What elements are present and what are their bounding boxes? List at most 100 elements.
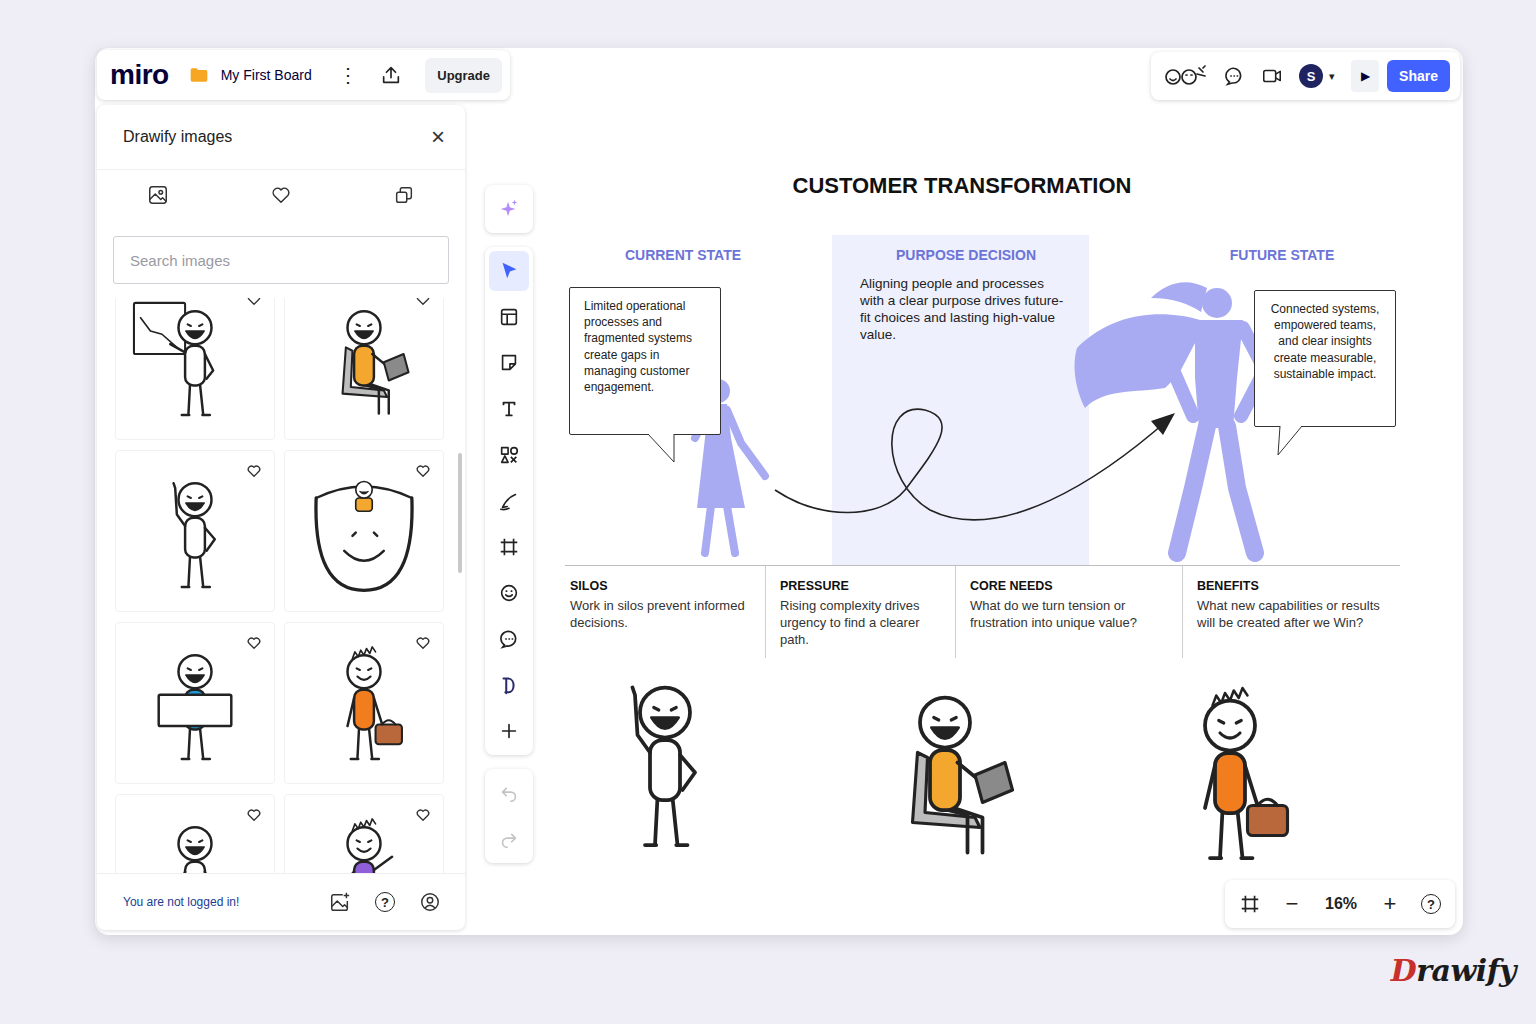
factor-text: Work in silos prevent informed decisions… — [570, 597, 761, 631]
tool-button[interactable] — [489, 665, 529, 705]
image-thumbnail[interactable] — [284, 622, 444, 784]
image-thumbnail[interactable] — [115, 622, 275, 784]
redo-icon — [498, 828, 520, 850]
tool-button[interactable] — [489, 527, 529, 567]
panel-title: Drawify images — [123, 128, 232, 146]
heart-icon[interactable] — [415, 463, 431, 479]
tool-button[interactable] — [489, 343, 529, 383]
heart-icon[interactable] — [246, 298, 262, 307]
factor-column[interactable]: BENEFITSWhat new capabilities or results… — [1182, 566, 1400, 658]
cursor-icon — [498, 260, 520, 282]
collaboration-bar: S ▾ ▶Share — [1151, 52, 1460, 100]
board-toolbar: miro My First Board ⋮ Upgrade — [97, 50, 510, 100]
present-button[interactable]: ▶ — [1351, 60, 1379, 92]
export-icon[interactable] — [380, 64, 402, 86]
frame-icon[interactable] — [1239, 893, 1261, 915]
panel-tab[interactable] — [342, 170, 465, 220]
factor-heading: SILOS — [570, 579, 761, 593]
stick-figure-icon — [129, 809, 261, 873]
purpose-text[interactable]: Aligning people and processes with a cle… — [860, 275, 1070, 343]
heart-icon[interactable] — [246, 807, 262, 823]
image-thumbnail[interactable] — [284, 450, 444, 612]
zoom-out-button[interactable]: − — [1281, 893, 1303, 915]
board-name[interactable]: My First Board — [221, 67, 312, 83]
video-icon[interactable] — [1261, 65, 1283, 87]
miro-logo[interactable]: miro — [110, 59, 169, 91]
tool-button[interactable] — [489, 573, 529, 613]
emoji-icon — [498, 582, 520, 604]
tool-button[interactable] — [489, 711, 529, 751]
image-thumbnail[interactable] — [284, 298, 444, 440]
heart-icon[interactable] — [415, 635, 431, 651]
heart-icon[interactable] — [270, 184, 292, 206]
image-thumbnail[interactable] — [115, 450, 275, 612]
current-state-callout[interactable]: Limited operational processes and fragme… — [569, 287, 721, 435]
share-button[interactable]: Share — [1387, 60, 1450, 92]
drawify-icon — [498, 674, 520, 696]
drawify-logo: Drawify — [1391, 953, 1516, 988]
tool-button[interactable] — [489, 619, 529, 659]
future-state-callout[interactable]: Connected systems, empowered teams, and … — [1254, 290, 1396, 427]
stick-figure-icon[interactable] — [565, 660, 765, 860]
history-button[interactable] — [489, 819, 529, 859]
tool-button[interactable] — [489, 189, 529, 229]
stage-heading[interactable]: FUTURE STATE — [1152, 247, 1412, 263]
heart-icon[interactable] — [246, 635, 262, 651]
panel-tab[interactable] — [97, 170, 220, 220]
zoom-level[interactable]: 16% — [1323, 895, 1359, 913]
factor-column[interactable]: CORE NEEDSWhat do we turn tension or fru… — [955, 566, 1182, 658]
reactions-icon[interactable] — [1163, 64, 1207, 88]
tool-button[interactable] — [489, 435, 529, 475]
image-icon[interactable] — [147, 184, 169, 206]
stick-figure-icon[interactable] — [1130, 673, 1330, 873]
comments-icon[interactable] — [1223, 65, 1245, 87]
tool-button[interactable] — [489, 389, 529, 429]
collection-icon[interactable] — [393, 184, 415, 206]
board-canvas[interactable]: CUSTOMER TRANSFORMATION CURRENT STATE PURP… — [465, 48, 1463, 935]
search-input[interactable] — [113, 236, 449, 284]
zoom-bar: − 16% +? — [1225, 880, 1455, 928]
factor-column[interactable]: PRESSURERising complexity drives urgency… — [765, 566, 955, 658]
help-button[interactable]: ? — [375, 892, 395, 912]
image-thumbnail[interactable] — [115, 794, 275, 873]
tool-button[interactable] — [489, 481, 529, 521]
avatar-caret[interactable]: ▾ — [1329, 70, 1335, 83]
factor-strip: SILOS Work in silos prevent informed deci… — [565, 565, 1400, 658]
stick-figure-icon — [129, 637, 261, 769]
tool-button[interactable] — [489, 297, 529, 337]
heart-icon[interactable] — [415, 807, 431, 823]
ai-card — [485, 185, 533, 233]
board-title[interactable]: CUSTOMER TRANSFORMATION — [712, 173, 1212, 199]
frame-icon — [498, 536, 520, 558]
factor-column[interactable]: SILOS Work in silos prevent informed deci… — [565, 566, 765, 658]
stage-heading[interactable]: CURRENT STATE — [553, 247, 813, 263]
add-image-icon[interactable] — [329, 891, 351, 913]
tool-button[interactable] — [489, 251, 529, 291]
stick-figure-icon — [298, 465, 430, 597]
login-status[interactable]: You are not logged in! — [123, 895, 239, 909]
stick-figure-icon[interactable] — [845, 670, 1045, 870]
add-icon — [498, 720, 520, 742]
panel-tabs — [97, 170, 465, 220]
image-thumbnail[interactable] — [284, 794, 444, 873]
help-button[interactable]: ? — [1421, 894, 1441, 914]
more-button[interactable]: ⋮ — [338, 63, 354, 87]
stick-figure-icon — [298, 637, 430, 769]
user-avatar[interactable]: S — [1299, 64, 1323, 88]
image-thumbnail[interactable] — [115, 298, 275, 440]
stage-heading[interactable]: PURPOSE DECISION — [836, 247, 1096, 263]
scrollbar[interactable] — [458, 453, 462, 573]
heart-icon[interactable] — [246, 463, 262, 479]
undo-icon — [498, 782, 520, 804]
folder-icon[interactable] — [189, 65, 209, 85]
heart-icon[interactable] — [415, 298, 431, 307]
history-button[interactable] — [489, 773, 529, 813]
upgrade-button[interactable]: Upgrade — [425, 58, 502, 93]
zoom-in-button[interactable]: + — [1379, 893, 1401, 915]
close-button[interactable]: × — [431, 125, 445, 149]
text-icon — [498, 398, 520, 420]
user-icon[interactable] — [419, 891, 441, 913]
panel-tab[interactable] — [220, 170, 343, 220]
tool-bar — [485, 185, 533, 863]
miro-window: miro My First Board ⋮ Upgrade Drawify images… — [95, 48, 1463, 935]
